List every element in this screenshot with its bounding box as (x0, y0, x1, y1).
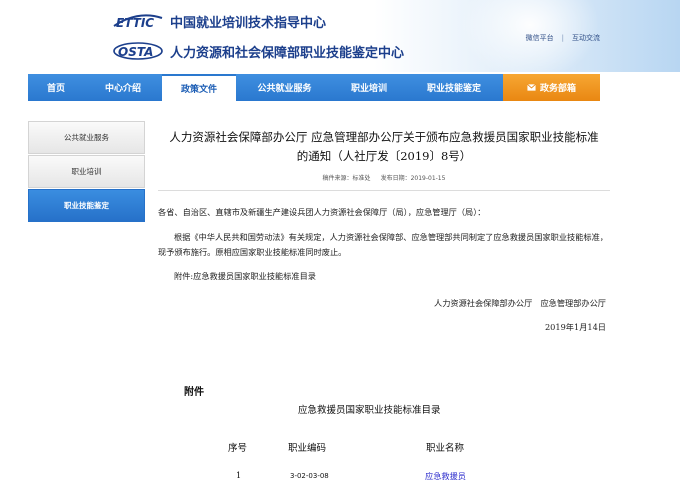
interaction-link[interactable]: 互动交流 (572, 33, 600, 43)
envelope-icon (527, 83, 536, 92)
gov-mailbox-label: 政务部箱 (539, 84, 576, 94)
ettic-logo-icon: ETTIC (112, 10, 164, 32)
article-signatories: 人力资源社会保障部办公厅 应急管理部办公厅 (434, 298, 606, 308)
title-divider (158, 190, 610, 191)
nav-gov-mailbox[interactable]: 政务部箱 (503, 74, 600, 101)
nav-policy[interactable]: 政策文件 (162, 74, 236, 101)
table-row: 1 3-02-03-08 应急救援员 (210, 466, 530, 492)
sidebar-item-public-employment[interactable]: 公共就业服务 (28, 121, 145, 154)
svg-text:OSTA: OSTA (118, 45, 153, 59)
header-occupation: 职业名称 (426, 443, 465, 454)
article-signed-date: 2019年1月14日 (544, 322, 606, 332)
ettic-org-name: 中国就业培训技术指导中心 (170, 15, 327, 31)
sidebar-item-skill-appraisal[interactable]: 职业技能鉴定 (28, 189, 145, 222)
link-separator: | (561, 34, 564, 42)
nav-skill-appraisal[interactable]: 职业技能鉴定 (405, 74, 503, 101)
catalog-title: 应急救援员国家职业技能标准目录 (298, 405, 441, 416)
wechat-link[interactable]: 微信平台 (526, 33, 554, 43)
article-source: 稿件来源：标准处 (322, 175, 371, 182)
article-addressees: 各省、自治区、直辖市及新疆生产建设兵团人力资源社会保障厅（局），应急管理厅（局）… (158, 207, 486, 217)
article-date: 发布日期：2019-01-15 (380, 175, 446, 182)
article: 人力资源社会保障部办公厅 应急管理部办公厅关于颁布应急救援员国家职业技能标准的通… (158, 128, 610, 333)
sidebar: 公共就业服务 职业培训 职业技能鉴定 (28, 121, 145, 223)
standards-table: 序号 职业编码 职业名称 1 3-02-03-08 应急救援员 (210, 440, 530, 492)
osta-org-name: 人力资源和社会保障部职业技能鉴定中心 (170, 45, 405, 61)
article-attachment: 附件:应急救援员国家职业技能标准目录 (174, 271, 316, 281)
header-code: 职业编码 (288, 443, 327, 454)
row-index: 1 (236, 470, 242, 480)
nav-public-employment[interactable]: 公共就业服务 (236, 74, 333, 101)
article-meta: 稿件来源：标准处 发布日期：2019-01-15 (158, 173, 610, 182)
sidebar-item-vocational-training[interactable]: 职业培训 (28, 155, 145, 188)
nav-about[interactable]: 中心介绍 (84, 74, 162, 101)
main-nav: 首页 中心介绍 政策文件 公共就业服务 职业培训 职业技能鉴定 政务部箱 (28, 74, 600, 101)
ettic-brand[interactable]: ETTIC 中国就业培训技术指导中心 (112, 10, 326, 32)
nav-vocational-training[interactable]: 职业培训 (333, 74, 405, 101)
top-links: 微信平台 | 互动交流 (526, 33, 600, 43)
nav-home[interactable]: 首页 (28, 74, 84, 101)
table-header-row: 序号 职业编码 职业名称 (210, 440, 530, 466)
occupation-link[interactable]: 应急救援员 (425, 470, 466, 482)
osta-brand[interactable]: OSTA 人力资源和社会保障部职业技能鉴定中心 (112, 40, 404, 62)
row-code: 3-02-03-08 (290, 472, 329, 480)
appendix-label: 附件 (184, 387, 204, 398)
article-title: 人力资源社会保障部办公厅 应急管理部办公厅关于颁布应急救援员国家职业技能标准的通… (169, 130, 599, 163)
article-body: 根据《中华人民共和国劳动法》有关规定，人力资源社会保障部、应急管理部共同制定了应… (158, 232, 608, 257)
header-index: 序号 (228, 443, 248, 454)
svg-text:ETTIC: ETTIC (116, 16, 154, 30)
site-header: ETTIC 中国就业培训技术指导中心 OSTA 人力资源和社会保障部职业技能鉴定… (0, 0, 680, 72)
osta-logo-icon: OSTA (112, 40, 164, 62)
